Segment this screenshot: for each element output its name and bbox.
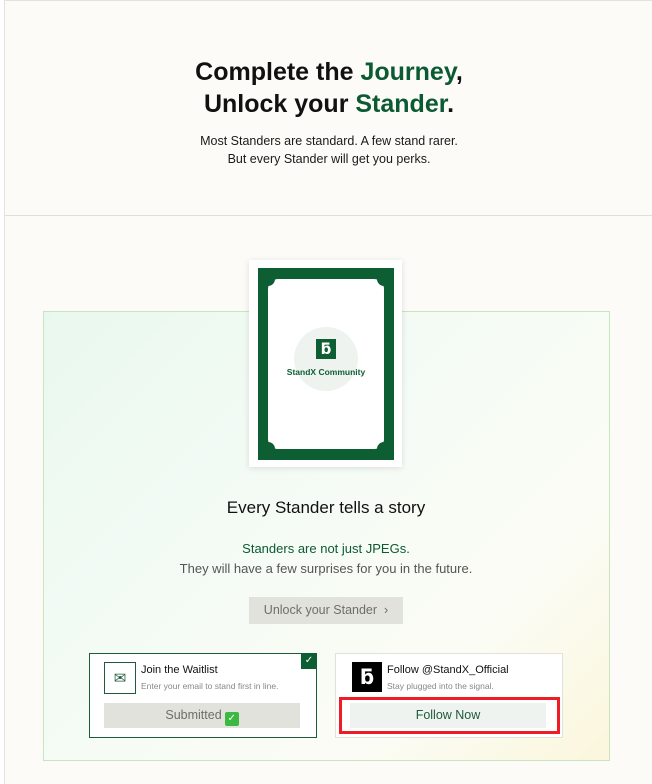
check-emoji-icon: ✓	[224, 712, 239, 726]
story-line-2: They will have a few surprises for you i…	[179, 561, 473, 576]
page-title: Complete the Journey, Unlock your Stande…	[195, 58, 463, 118]
checkmark-icon: ✓	[301, 653, 317, 669]
follow-now-button[interactable]: Follow Now	[350, 703, 546, 728]
hero-section: Complete the Journey, Unlock your Stande…	[5, 1, 652, 216]
standx-logo-icon: ƃ	[352, 662, 382, 692]
waitlist-title: Join the Waitlist	[141, 664, 218, 676]
story-line-1: Standers are not just JPEGs.	[242, 541, 410, 556]
follow-subtitle: Stay plugged into the signal.	[387, 681, 494, 691]
stander-card: ƃ StandX Community	[249, 260, 402, 467]
waitlist-card: ✓ ✉ Join the Waitlist Enter your email t…	[89, 653, 317, 738]
follow-title: Follow @StandX_Official	[387, 664, 509, 676]
chevron-right-icon: ›	[384, 603, 389, 617]
hero-subtitle: Most Standers are standard. A few stand …	[200, 134, 458, 166]
mail-icon: ✉	[104, 662, 136, 694]
waitlist-subtitle: Enter your email to stand first in line.	[141, 681, 279, 691]
card-face: ƃ StandX Community	[261, 272, 391, 456]
follow-card: ƃ Follow @StandX_Official Stay plugged i…	[335, 653, 563, 738]
unlock-stander-button[interactable]: Unlock your Stander ›	[249, 597, 403, 624]
story-title: Every Stander tells a story	[226, 498, 426, 517]
submitted-button[interactable]: Submitted ✓	[104, 703, 300, 728]
card-border: ƃ StandX Community	[258, 268, 394, 460]
standx-logo-icon: ƃ	[316, 339, 336, 359]
card-label: StandX Community	[286, 367, 366, 377]
